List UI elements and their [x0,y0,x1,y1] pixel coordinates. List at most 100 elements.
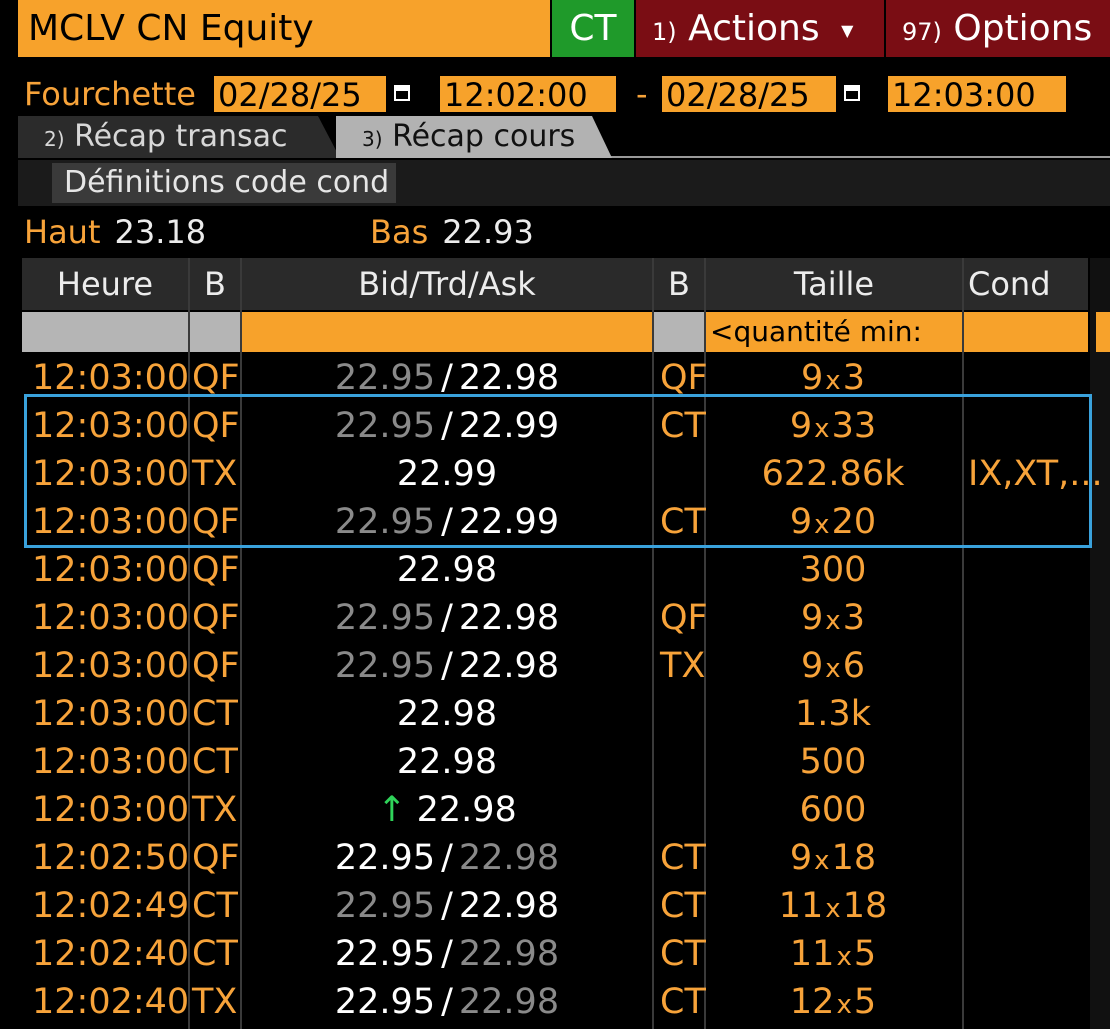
bid-size: 9 [789,838,813,878]
min-size-filter-input[interactable]: <quantité min: [706,312,962,352]
bid-size: 9 [801,646,824,686]
column-header-ask-broker[interactable]: B [654,258,704,310]
trade-price-cell: ↑ 22.98 [242,786,652,834]
table-row[interactable]: 12:03:00 TX ↑ 22.98 600 [22,786,1088,834]
bid-price: 22.95 [334,646,436,686]
bid-ask-separator: / [441,358,453,398]
bid-ask-size-cell: 9x3 [708,594,958,642]
end-date-input[interactable]: 02/28/25 [662,76,836,114]
size-multiplier: x [836,942,852,972]
high-label: Haut [24,213,101,251]
bid-ask-cell: 22.95/22.98 [242,594,652,642]
price-filter-input[interactable] [242,312,652,352]
table-row[interactable]: 12:02:40 TX 22.95/22.98 CT 12x5 [22,978,1088,1026]
bid-size: 9 [801,598,824,638]
bid-broker-cell: CT [192,886,238,926]
bid-broker-cell: QF [192,550,240,590]
column-header-time[interactable]: Heure [22,258,188,310]
bid-broker-cell: TX [192,982,238,1022]
table-row[interactable]: 12:02:49 CT 22.95/22.98 CT 11x18 [22,882,1088,930]
time-cell: 12:02:40 [32,982,190,1022]
low-value: 22.93 [442,213,534,251]
column-header-bid-broker[interactable]: B [190,258,240,310]
ask-size: 5 [853,934,877,974]
tab-trade-recap[interactable]: 2) Récap transac [18,116,340,158]
table-row[interactable]: 12:03:00 CT 22.98 1.3k [22,690,1088,738]
column-header-condition[interactable]: Cond [964,258,1088,310]
bid-price: 22.95 [334,982,436,1022]
table-row[interactable]: 12:03:00 QF 22.98 300 [22,546,1088,594]
bid-broker-filter[interactable] [190,312,240,352]
bid-broker-cell: QF [192,598,240,638]
bid-price: 22.95 [334,934,436,974]
bid-price: 22.95 [334,598,436,638]
table-row[interactable]: 12:02:40 CT 22.95/22.98 CT 11x5 [22,930,1088,978]
ask-broker-cell: QF [660,598,708,638]
trade-price: 22.98 [396,694,498,734]
size-multiplier: x [825,606,841,636]
side-panel-filter [1096,312,1110,352]
column-header-size[interactable]: Taille [706,258,962,310]
time-cell: 12:02:50 [32,838,190,878]
time-cell: 12:03:00 [32,742,190,782]
range-label: Fourchette [24,75,196,113]
calendar-icon[interactable] [844,80,864,104]
trade-size-cell: 300 [799,550,867,590]
calendar-icon[interactable] [394,80,414,104]
actions-menu-button[interactable]: 1) Actions ▼ [636,0,884,57]
bid-ask-cell: 22.95/22.98 [242,642,652,690]
bid-ask-size-cell: 11x18 [708,882,958,930]
ask-broker-cell: TX [660,646,706,686]
trade-size-cell: 600 [799,790,867,830]
pricing-source-button[interactable]: CT [552,0,634,57]
security-ticker-field[interactable]: MCLV CN Equity [18,0,550,57]
options-menu-button[interactable]: 97) Options [886,0,1110,57]
actions-menu-label: Actions [688,8,820,49]
ask-price: 22.98 [458,886,560,926]
trade-price-cell: 22.98 [242,546,652,594]
table-row[interactable]: 12:02:50 QF 22.95/22.98 CT 9x18 [22,834,1088,882]
bid-size: 12 [789,982,835,1022]
ask-broker-filter[interactable] [654,312,704,352]
time-cell: 12:03:00 [32,694,190,734]
bid-ask-cell: 22.95/22.98 [242,882,652,930]
ask-size: 18 [842,886,888,926]
low-label: Bas [370,213,429,251]
options-menu-label: Options [953,8,1093,49]
tab-price-recap[interactable]: 3) Récap cours [336,116,612,158]
bid-ask-cell: 22.95/22.98 [242,834,652,882]
bid-ask-separator: / [441,886,453,926]
tab-label: Récap cours [392,119,576,154]
end-time-input[interactable]: 12:03:00 [888,76,1066,114]
high-stat: Haut 23.18 [24,210,206,254]
table-row[interactable]: 12:03:00 QF 22.95/22.98 TX 9x6 [22,642,1088,690]
time-cell: 12:02:40 [32,934,190,974]
high-value: 23.18 [114,213,207,251]
ask-price: 22.98 [458,982,560,1022]
ask-size: 3 [842,358,865,398]
table-row[interactable]: 12:03:00 CT 22.98 500 [22,738,1088,786]
size-multiplier: x [825,654,841,684]
time-filter[interactable] [22,312,188,352]
ask-broker-cell: CT [660,838,706,878]
ask-size: 18 [831,838,877,878]
uptick-arrow-icon: ↑ [377,790,407,830]
time-cell: 12:03:00 [32,598,190,638]
trade-price: 22.98 [396,742,498,782]
ask-size: 5 [853,982,877,1022]
trade-price: 22.98 [396,550,498,590]
bid-price: 22.95 [334,886,436,926]
chevron-down-icon: ▼ [841,20,854,40]
start-date-input[interactable]: 02/28/25 [214,76,386,114]
column-header-bid-trade-ask[interactable]: Bid/Trd/Ask [242,258,652,310]
start-time-input[interactable]: 12:02:00 [440,76,616,114]
condition-filter-input[interactable] [964,312,1088,352]
ask-size: 3 [842,598,865,638]
condition-code-definitions-button[interactable]: Définitions code cond [52,163,396,203]
table-row[interactable]: 12:03:00 QF 22.95/22.98 QF 9x3 [22,594,1088,642]
time-cell: 12:03:00 [32,646,190,686]
bid-size: 11 [789,934,835,974]
side-panel-edge [1090,258,1110,1029]
bid-broker-cell: QF [192,646,240,686]
bid-broker-cell: CT [192,694,238,734]
